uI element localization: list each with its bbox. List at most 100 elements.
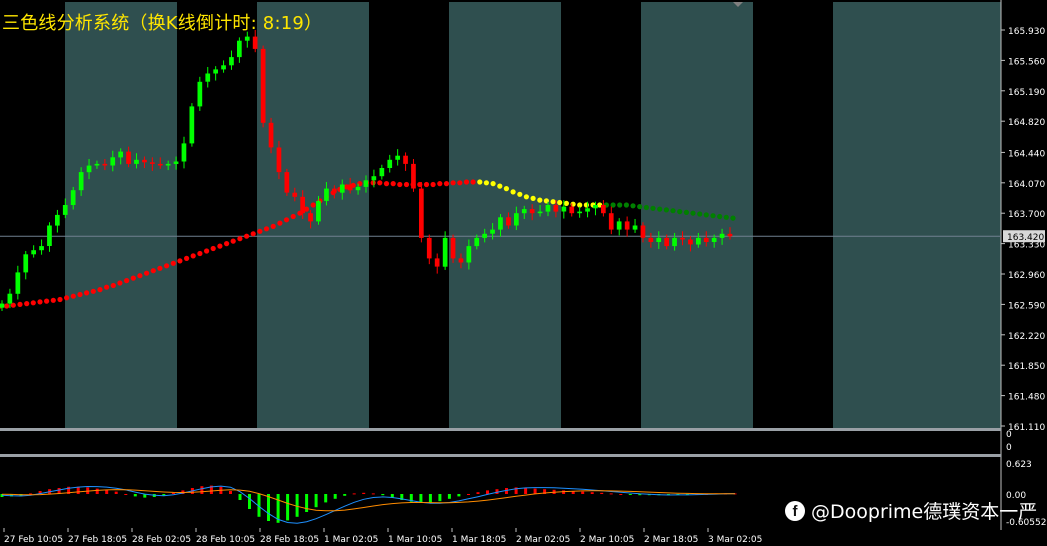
- time-axis-label: 27 Feb 18:05: [68, 535, 127, 545]
- macd-bar: [457, 494, 461, 497]
- trend-dot: [244, 233, 250, 239]
- macd-bar: [343, 494, 347, 496]
- candle-body: [688, 239, 693, 245]
- trend-dot: [483, 180, 489, 186]
- candle-body: [403, 155, 408, 164]
- candle-body: [672, 237, 677, 247]
- candle-body: [94, 163, 100, 166]
- macd-bar: [95, 488, 99, 494]
- macd-bar: [562, 490, 566, 494]
- trend-dot: [497, 183, 503, 189]
- candle-body: [308, 213, 313, 222]
- trend-dot: [443, 181, 450, 187]
- candle-body: [395, 155, 400, 160]
- time-axis: 27 Feb 10:05 27 Feb 18:05 28 Feb 02:05 28 F…: [3, 528, 762, 545]
- macd-bar: [428, 494, 432, 503]
- candle-body: [284, 172, 290, 193]
- candle-body: [601, 205, 606, 214]
- trend-dot: [377, 180, 383, 186]
- candle-body: [608, 213, 614, 230]
- price-axis-label: 161.480: [1008, 393, 1045, 403]
- candle-body: [355, 186, 361, 191]
- candle-body: [181, 143, 187, 162]
- macd-bar: [76, 486, 80, 494]
- time-axis-label: 28 Feb 18:05: [260, 535, 319, 545]
- trend-dot: [170, 260, 176, 266]
- candle-body: [727, 233, 733, 237]
- candle-body: [86, 165, 92, 173]
- trend-dot: [683, 209, 690, 215]
- trend-dot: [470, 179, 476, 185]
- trend-dot: [150, 268, 156, 274]
- trend-dot: [663, 207, 670, 213]
- trend-dot: [130, 275, 136, 281]
- trend-dot: [637, 204, 643, 210]
- candle-body: [126, 151, 131, 164]
- trend-dot: [650, 205, 656, 211]
- price-axis-label: 164.070: [1008, 180, 1045, 190]
- trend-dot: [703, 212, 709, 218]
- price-axis-label: 161.110: [1008, 423, 1045, 433]
- price-chart[interactable]: 165.930 165.560 165.190 164.820 164.440 164.0…: [0, 0, 1047, 546]
- candle-body: [157, 163, 163, 166]
- pane-divider: [0, 454, 1001, 457]
- macd-bar: [533, 488, 537, 494]
- candle-body: [450, 237, 456, 259]
- time-axis-label: 1 Mar 10:05: [388, 535, 442, 545]
- macd-bar: [524, 488, 528, 494]
- trend-dot: [437, 181, 443, 187]
- macd-bar: [324, 494, 328, 503]
- macd-bar: [248, 494, 251, 509]
- trend-dot: [457, 180, 463, 186]
- current-price-label: 163.420: [1007, 233, 1044, 243]
- trend-dot: [217, 243, 223, 249]
- candle-body: [458, 258, 464, 263]
- session-band: [177, 2, 257, 428]
- candle-body: [434, 258, 440, 267]
- candle-body: [379, 168, 385, 177]
- trend-dot: [177, 258, 183, 264]
- price-axis-label: 162.960: [1008, 271, 1045, 281]
- candle-body: [442, 237, 448, 267]
- macd-bar: [314, 494, 318, 508]
- macd-bar: [333, 494, 337, 499]
- trend-dot: [90, 288, 96, 294]
- candle-body: [719, 233, 725, 238]
- session-band: [753, 2, 833, 428]
- trend-dot: [477, 179, 483, 185]
- trend-dot: [523, 194, 530, 200]
- price-axis-label: 161.850: [1008, 362, 1045, 372]
- trend-dot: [583, 202, 590, 208]
- time-axis-label: 3 Mar 02:05: [708, 535, 762, 545]
- candle-body: [47, 225, 52, 246]
- candle-body: [300, 196, 305, 214]
- price-axis-label: 164.440: [1008, 149, 1045, 159]
- price-axis-label: 164.820: [1008, 118, 1045, 128]
- trend-dot: [503, 186, 509, 192]
- macd-bar: [362, 492, 366, 494]
- macd-bar: [114, 491, 118, 494]
- trend-dot: [517, 191, 523, 197]
- candle-body: [585, 208, 590, 212]
- trend-dot: [64, 295, 70, 301]
- macd-bar: [371, 493, 375, 495]
- candle-body: [371, 176, 377, 181]
- trend-dot: [164, 263, 170, 269]
- trend-dot: [4, 303, 10, 309]
- trend-dot: [397, 181, 403, 188]
- macd-bar: [600, 492, 604, 494]
- price-axis: 165.930 165.560 165.190 164.820 164.440 164.0…: [1001, 27, 1046, 528]
- macd-bar: [229, 491, 232, 494]
- candle-body: [703, 237, 709, 242]
- candle-body: [553, 205, 559, 212]
- macd-bar: [352, 493, 356, 495]
- trend-dot: [24, 301, 30, 307]
- macd-bar: [476, 492, 480, 494]
- time-axis-label: 1 Mar 18:05: [452, 535, 506, 545]
- session-band: [833, 2, 1001, 428]
- candle-body: [624, 221, 630, 230]
- candle-body: [537, 211, 543, 214]
- candle-body: [696, 237, 701, 245]
- candle-body: [142, 159, 147, 163]
- candle-body: [474, 237, 480, 247]
